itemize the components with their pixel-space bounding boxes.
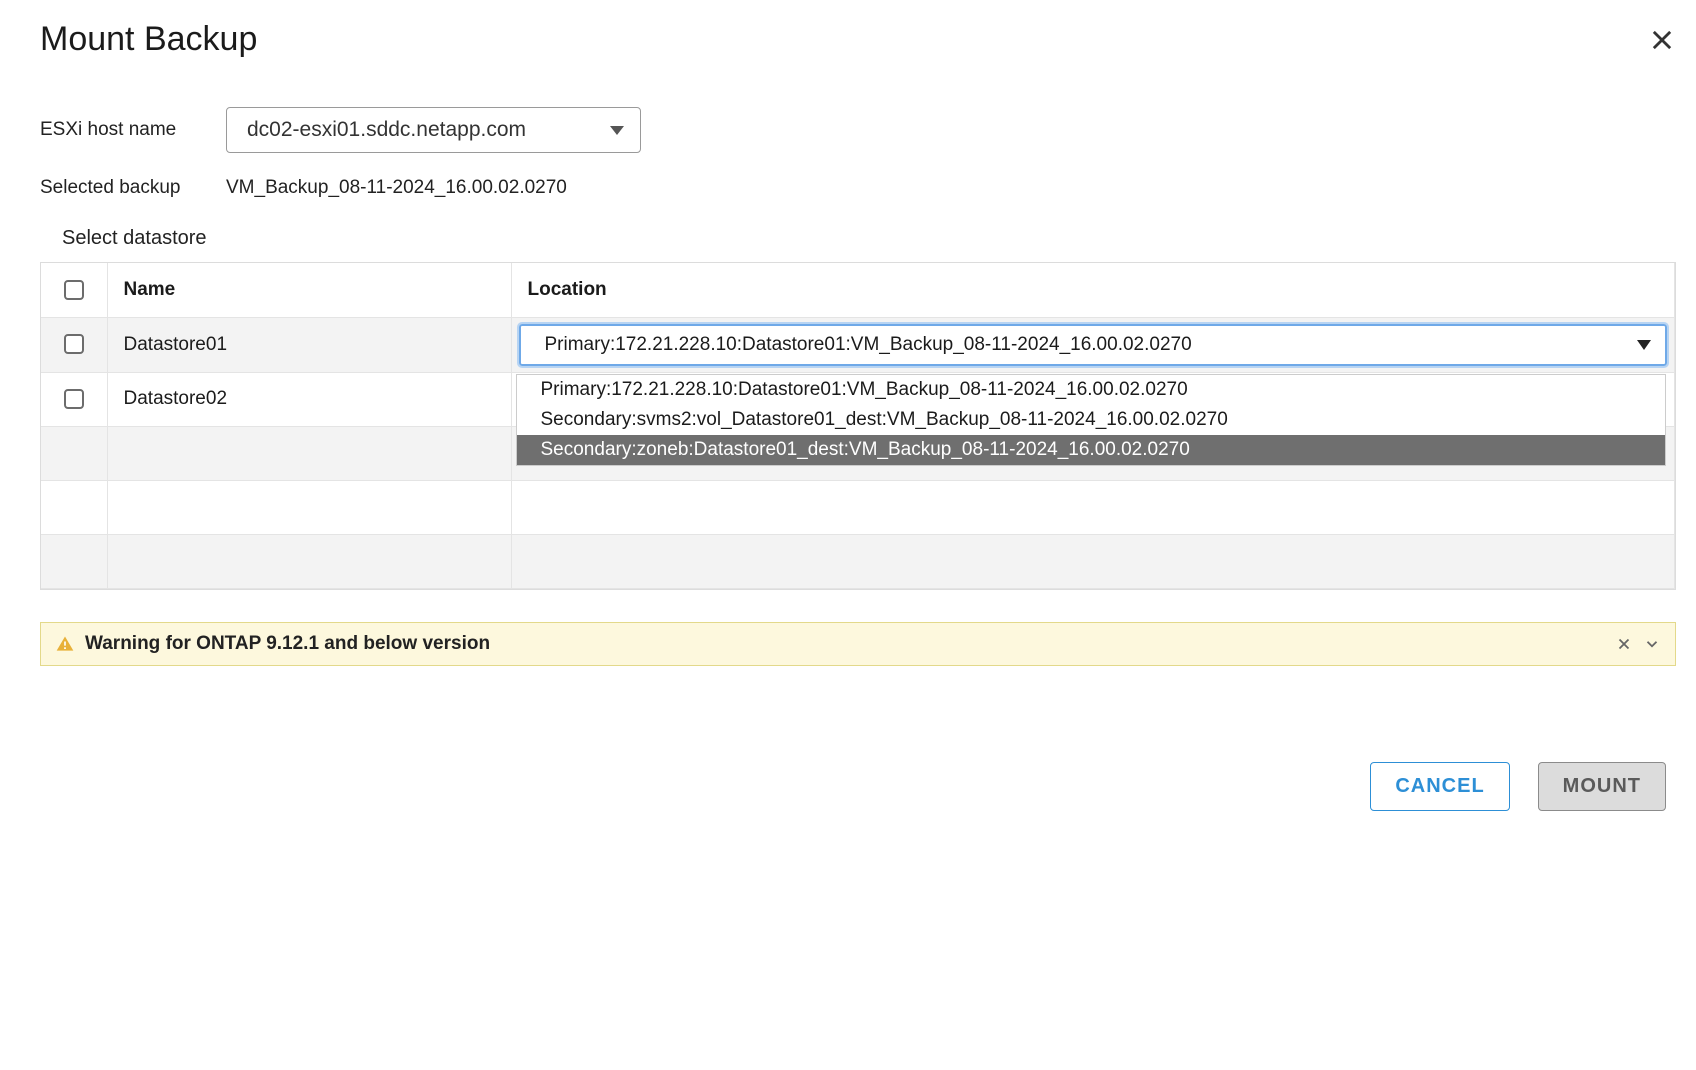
cancel-button[interactable]: CANCEL: [1370, 762, 1509, 811]
location-option[interactable]: Secondary:svms2:vol_Datastore01_dest:VM_…: [517, 405, 1666, 435]
esxi-host-label: ESXi host name: [40, 119, 226, 141]
location-option[interactable]: Secondary:zoneb:Datastore01_dest:VM_Back…: [517, 435, 1666, 465]
warning-text: Warning for ONTAP 9.12.1 and below versi…: [85, 633, 1605, 655]
location-selected-value: Primary:172.21.228.10:Datastore01:VM_Bac…: [545, 334, 1192, 356]
warning-close-icon[interactable]: [1615, 635, 1633, 653]
datastore-name: Datastore01: [107, 317, 511, 372]
col-header-name: Name: [107, 263, 511, 317]
warning-expand-icon[interactable]: [1643, 635, 1661, 653]
esxi-host-value: dc02-esxi01.sddc.netapp.com: [247, 118, 526, 142]
col-header-location: Location: [511, 263, 1675, 317]
chevron-down-icon: [610, 126, 624, 135]
datastore-table: Name Location Datastore01 Primary:172.21…: [40, 262, 1676, 590]
close-icon[interactable]: [1648, 26, 1676, 54]
chevron-down-icon: [1637, 340, 1651, 350]
row-checkbox[interactable]: [64, 334, 84, 354]
selected-backup-value: VM_Backup_08-11-2024_16.00.02.0270: [226, 177, 567, 199]
mount-button[interactable]: MOUNT: [1538, 762, 1666, 811]
dialog-title: Mount Backup: [40, 20, 257, 59]
warning-icon: [55, 634, 75, 654]
select-all-checkbox[interactable]: [64, 280, 84, 300]
esxi-host-select[interactable]: dc02-esxi01.sddc.netapp.com: [226, 107, 641, 153]
location-option[interactable]: Primary:172.21.228.10:Datastore01:VM_Bac…: [517, 375, 1666, 405]
table-row: [41, 534, 1675, 588]
table-row: [41, 480, 1675, 534]
location-dropdown: Primary:172.21.228.10:Datastore01:VM_Bac…: [516, 374, 1667, 466]
select-datastore-heading: Select datastore: [62, 227, 1676, 250]
datastore-name: Datastore02: [107, 372, 511, 426]
table-row: Datastore01 Primary:172.21.228.10:Datast…: [41, 317, 1675, 372]
location-select[interactable]: Primary:172.21.228.10:Datastore01:VM_Bac…: [519, 324, 1668, 366]
row-checkbox[interactable]: [64, 389, 84, 409]
selected-backup-label: Selected backup: [40, 177, 226, 199]
warning-banner: Warning for ONTAP 9.12.1 and below versi…: [40, 622, 1676, 666]
